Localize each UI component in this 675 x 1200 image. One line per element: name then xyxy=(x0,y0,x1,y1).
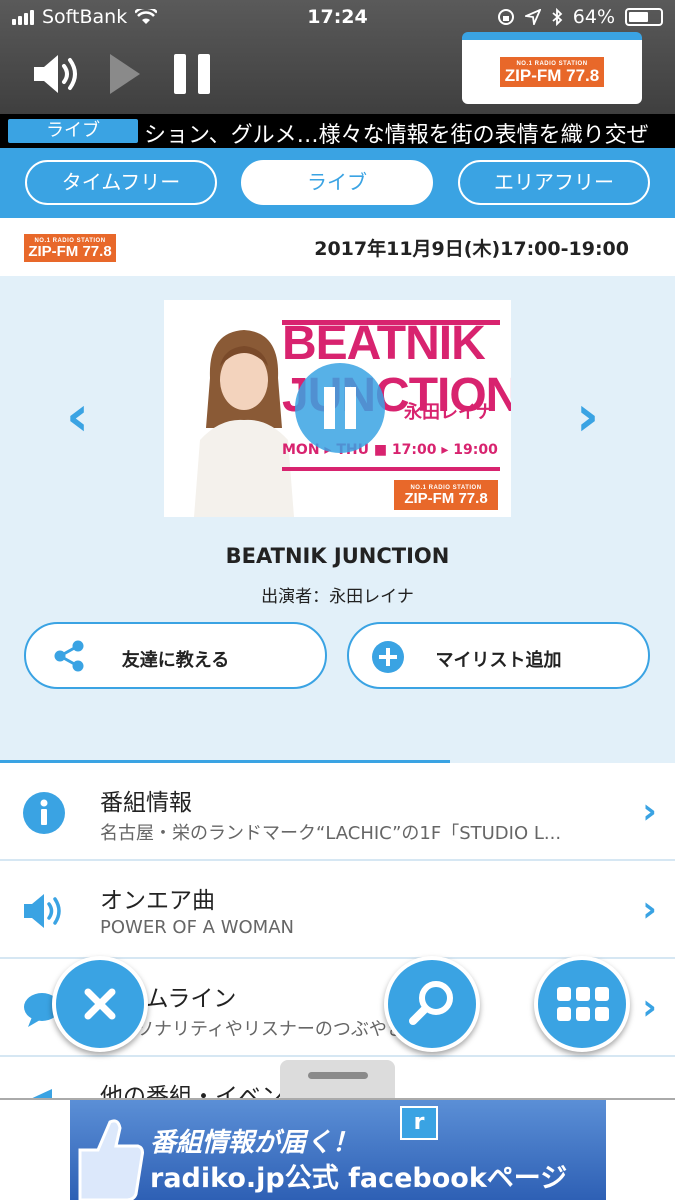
zip-fm-logo: NO.1 RADIO STATION ZIP-FM 77.8 xyxy=(500,57,604,87)
station-row: NO.1 RADIO STATION ZIP-FM 77.8 2017年11月9… xyxy=(0,218,675,276)
radiko-logo: r xyxy=(400,1106,438,1140)
grid-icon xyxy=(557,987,609,1021)
chevron-right-icon: › xyxy=(642,889,657,930)
tab-live[interactable]: ライブ xyxy=(241,160,433,205)
location-icon xyxy=(524,9,541,25)
tab-timefree[interactable]: タイムフリー xyxy=(25,160,217,205)
bluetooth-icon xyxy=(552,8,563,26)
current-station-logo[interactable]: NO.1 RADIO STATION ZIP-FM 77.8 xyxy=(462,32,642,104)
status-bar: SoftBank 17:24 64% xyxy=(0,0,675,34)
share-label: 友達に教える xyxy=(121,650,230,671)
share-button[interactable]: 友達に教える xyxy=(24,622,327,689)
artwork-pause-button[interactable] xyxy=(295,363,385,453)
add-mylist-button[interactable]: マイリスト追加 xyxy=(347,622,650,689)
pause-icon[interactable] xyxy=(172,52,214,96)
banner-headline: 番組情報が届く！ xyxy=(150,1128,359,1158)
list-item-subtitle: 名古屋・栄のランドマーク“LACHIC”の1F「STUDIO L... xyxy=(100,823,562,844)
broadcast-datetime: 2017年11月9日(木)17:00-19:00 xyxy=(314,238,629,260)
list-item[interactable]: 番組情報 名古屋・栄のランドマーク“LACHIC”の1F「STUDIO L...… xyxy=(0,763,675,861)
ticker-text: ション、グルメ…様々な情報を街の表情を織り交ぜ xyxy=(144,123,649,148)
battery-icon xyxy=(625,8,663,26)
mylist-label: マイリスト追加 xyxy=(435,650,562,671)
program-cast: 出演者：永田レイナ xyxy=(261,587,414,607)
list-item-title: 番組情報 xyxy=(100,790,192,816)
prev-program-icon[interactable]: ‹ xyxy=(66,384,89,449)
chevron-right-icon: › xyxy=(642,791,657,832)
chevron-right-icon: › xyxy=(642,987,657,1028)
program-hero: ‹ › BEATNIK JUNCTION 永田レイナ MON ▸ THU ■ 1… xyxy=(0,276,675,763)
artwork-host: 永田レイナ xyxy=(404,402,494,423)
list-item-title: オンエア曲 xyxy=(100,888,215,914)
artwork-rule-bottom xyxy=(282,467,500,471)
search-button[interactable] xyxy=(384,956,480,1052)
close-button[interactable] xyxy=(52,956,148,1052)
live-badge: ライブ xyxy=(8,119,138,143)
list-item-subtitle: POWER OF A WOMAN xyxy=(100,917,294,938)
banner-subline: radiko.jp公式 facebookページ xyxy=(150,1163,568,1194)
next-program-icon[interactable]: › xyxy=(576,384,599,449)
rotation-lock-icon xyxy=(497,9,514,25)
player-header: SoftBank 17:24 64% NO.1 RADIO STATION ZI… xyxy=(0,0,675,114)
tab-areafree[interactable]: エリアフリー xyxy=(458,160,650,205)
artwork-station-logo: NO.1 RADIO STATION ZIP-FM 77.8 xyxy=(394,480,498,510)
close-icon xyxy=(84,988,116,1020)
play-icon[interactable] xyxy=(108,52,142,96)
speaker-icon xyxy=(24,894,61,928)
menu-button[interactable] xyxy=(534,956,630,1052)
program-title: BEATNIK JUNCTION xyxy=(225,544,450,568)
facebook-banner[interactable]: r 番組情報が届く！ radiko.jp公式 facebookページ xyxy=(70,1100,606,1200)
info-icon xyxy=(23,792,65,834)
now-playing-ticker: ション、グルメ…様々な情報を街の表情を織り交ぜ ライブ xyxy=(0,114,675,148)
thumbs-up-icon xyxy=(78,1119,144,1200)
list-item[interactable]: オンエア曲 POWER OF A WOMAN › xyxy=(0,861,675,959)
volume-icon[interactable] xyxy=(32,52,80,96)
program-artwork: BEATNIK JUNCTION 永田レイナ MON ▸ THU ■ 17:00… xyxy=(164,300,511,517)
status-right: 64% xyxy=(497,6,663,28)
drawer-handle[interactable] xyxy=(280,1060,395,1098)
search-icon xyxy=(409,981,453,1025)
mode-tabs: タイムフリー ライブ エリアフリー xyxy=(0,148,675,218)
battery-percent: 64% xyxy=(572,6,615,28)
ad-area: r 番組情報が届く！ radiko.jp公式 facebookページ xyxy=(0,1098,675,1200)
station-logo: NO.1 RADIO STATION ZIP-FM 77.8 xyxy=(24,234,116,262)
